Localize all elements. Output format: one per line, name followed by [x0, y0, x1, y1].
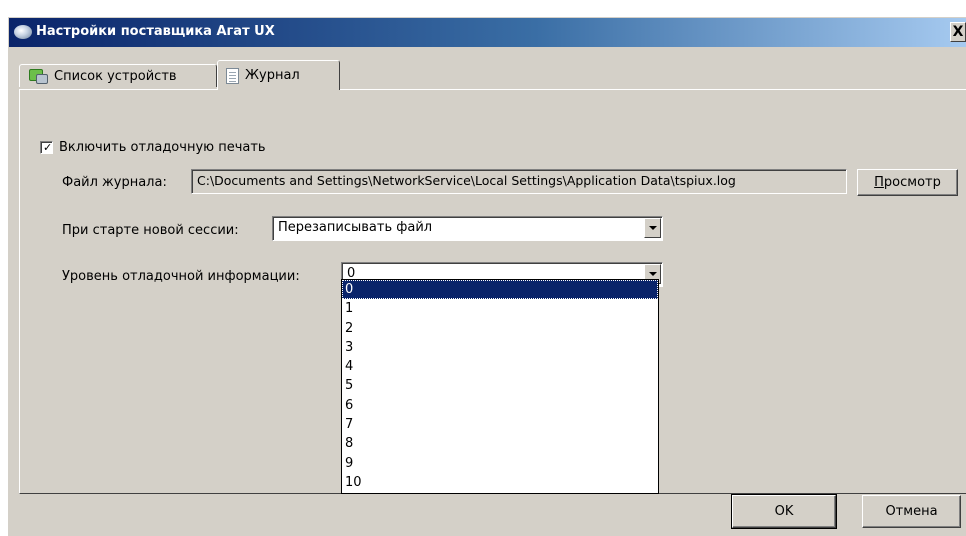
session-start-select[interactable]: Перезаписывать файл — [272, 216, 663, 241]
debug-level-label: Уровень отладочной информации: — [62, 269, 300, 284]
list-item[interactable]: 7 — [342, 415, 658, 434]
list-item[interactable]: 5 — [342, 376, 658, 395]
tab-device-list[interactable]: Список устройств — [19, 64, 217, 87]
browse-button[interactable]: Просмотр — [857, 169, 958, 196]
list-item[interactable]: 6 — [342, 396, 658, 415]
close-button[interactable]: X — [950, 22, 966, 42]
tab-label: Список устройств — [54, 68, 177, 84]
cancel-button[interactable]: Отмена — [862, 495, 961, 528]
list-item[interactable]: 9 — [342, 454, 658, 473]
list-item[interactable]: 2 — [342, 319, 658, 338]
log-file-path-field[interactable]: C:\Documents and Settings\NetworkService… — [191, 169, 847, 194]
ok-button[interactable]: OK — [731, 494, 837, 529]
window-title: Настройки поставщика Агат UX — [36, 24, 275, 39]
session-start-value: Перезаписывать файл — [278, 220, 433, 235]
debug-print-row: ✓ Включить отладочную печать — [40, 140, 266, 155]
session-start-dropdown-button[interactable] — [644, 218, 661, 238]
app-icon — [14, 25, 32, 39]
list-item[interactable]: 8 — [342, 434, 658, 453]
browse-label: росмотр — [883, 175, 941, 190]
list-item[interactable]: 10 — [342, 473, 658, 492]
list-item[interactable]: 3 — [342, 338, 658, 357]
debug-level-options-list[interactable]: 0 1 2 3 4 5 6 7 8 9 10 — [341, 279, 659, 494]
session-start-label: При старте новой сессии: — [62, 223, 239, 238]
debug-print-checkbox[interactable]: ✓ — [40, 141, 53, 154]
tab-label: Журнал — [245, 68, 300, 83]
journal-icon — [226, 67, 239, 84]
devices-icon — [28, 68, 48, 84]
check-icon: ✓ — [43, 141, 53, 154]
tab-journal[interactable]: Журнал — [217, 60, 340, 90]
log-file-label: Файл журнала: — [62, 175, 167, 190]
title-bar[interactable]: Настройки поставщика Агат UX X — [9, 18, 966, 47]
debug-print-label: Включить отладочную печать — [59, 140, 266, 155]
browse-accel: П — [874, 175, 884, 190]
list-item[interactable]: 4 — [342, 357, 658, 376]
log-file-path: C:\Documents and Settings\NetworkService… — [197, 173, 736, 188]
list-item[interactable]: 1 — [342, 299, 658, 318]
list-item[interactable]: 0 — [342, 280, 658, 300]
